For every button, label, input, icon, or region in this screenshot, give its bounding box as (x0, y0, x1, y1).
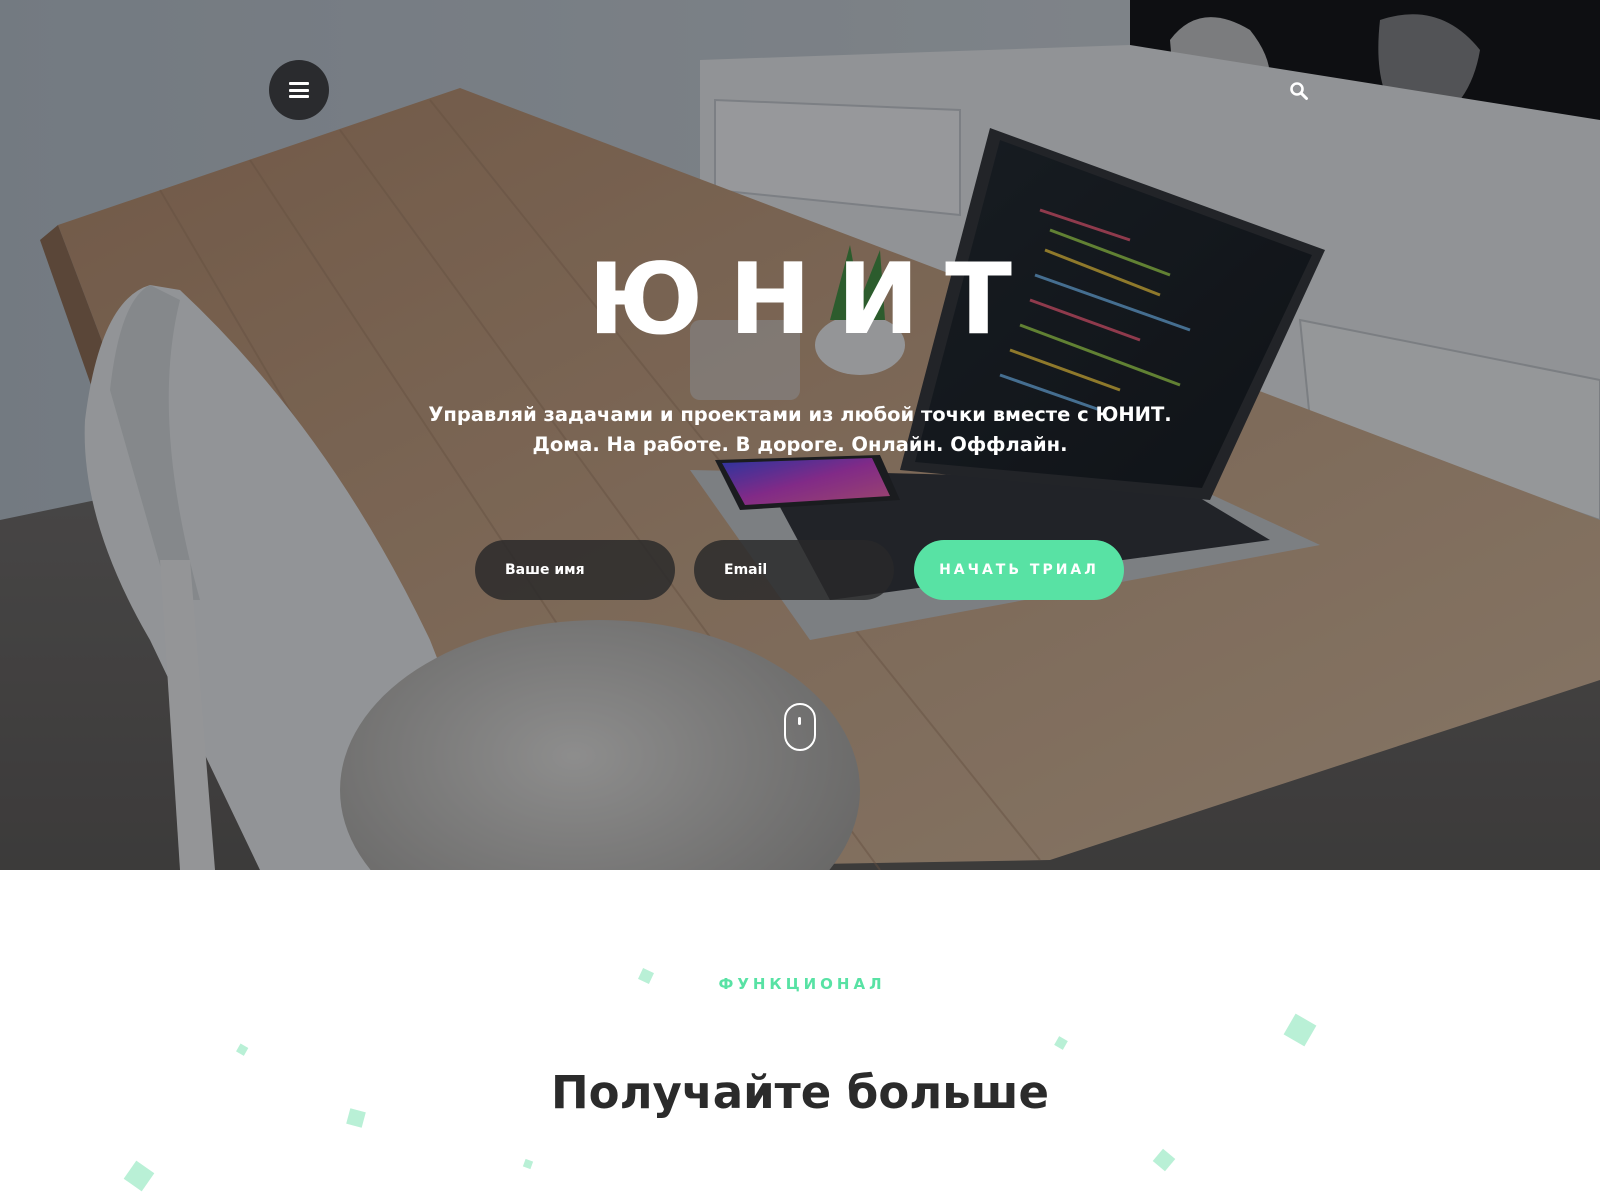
search-icon (1290, 82, 1308, 100)
confetti-decoration (123, 968, 1317, 1192)
mouse-scroll-icon[interactable] (784, 703, 816, 751)
hero-subtitle-line-2: Дома. На работе. В дороге. Онлайн. Оффла… (532, 433, 1068, 456)
hamburger-menu-icon (289, 82, 309, 98)
features-section: ФУНКЦИОНАЛ Получайте больше (0, 870, 1600, 1202)
hero-section: ЮНИТ Управляй задачами и проектами из лю… (0, 0, 1600, 870)
hero-subtitle: Управляй задачами и проектами из любой т… (0, 400, 1600, 460)
start-trial-button[interactable]: НАЧАТЬ ТРИАЛ (914, 540, 1124, 600)
hero-title: ЮНИТ (588, 243, 1038, 357)
section-title: Получайте больше (551, 1066, 1049, 1119)
menu-button[interactable] (269, 60, 329, 120)
name-input[interactable]: Ваше имя (475, 540, 675, 600)
search-button[interactable] (1284, 76, 1314, 106)
email-input[interactable]: Email (694, 540, 894, 600)
section-eyebrow: ФУНКЦИОНАЛ (718, 975, 886, 993)
hero-subtitle-line-1: Управляй задачами и проектами из любой т… (428, 403, 1172, 426)
